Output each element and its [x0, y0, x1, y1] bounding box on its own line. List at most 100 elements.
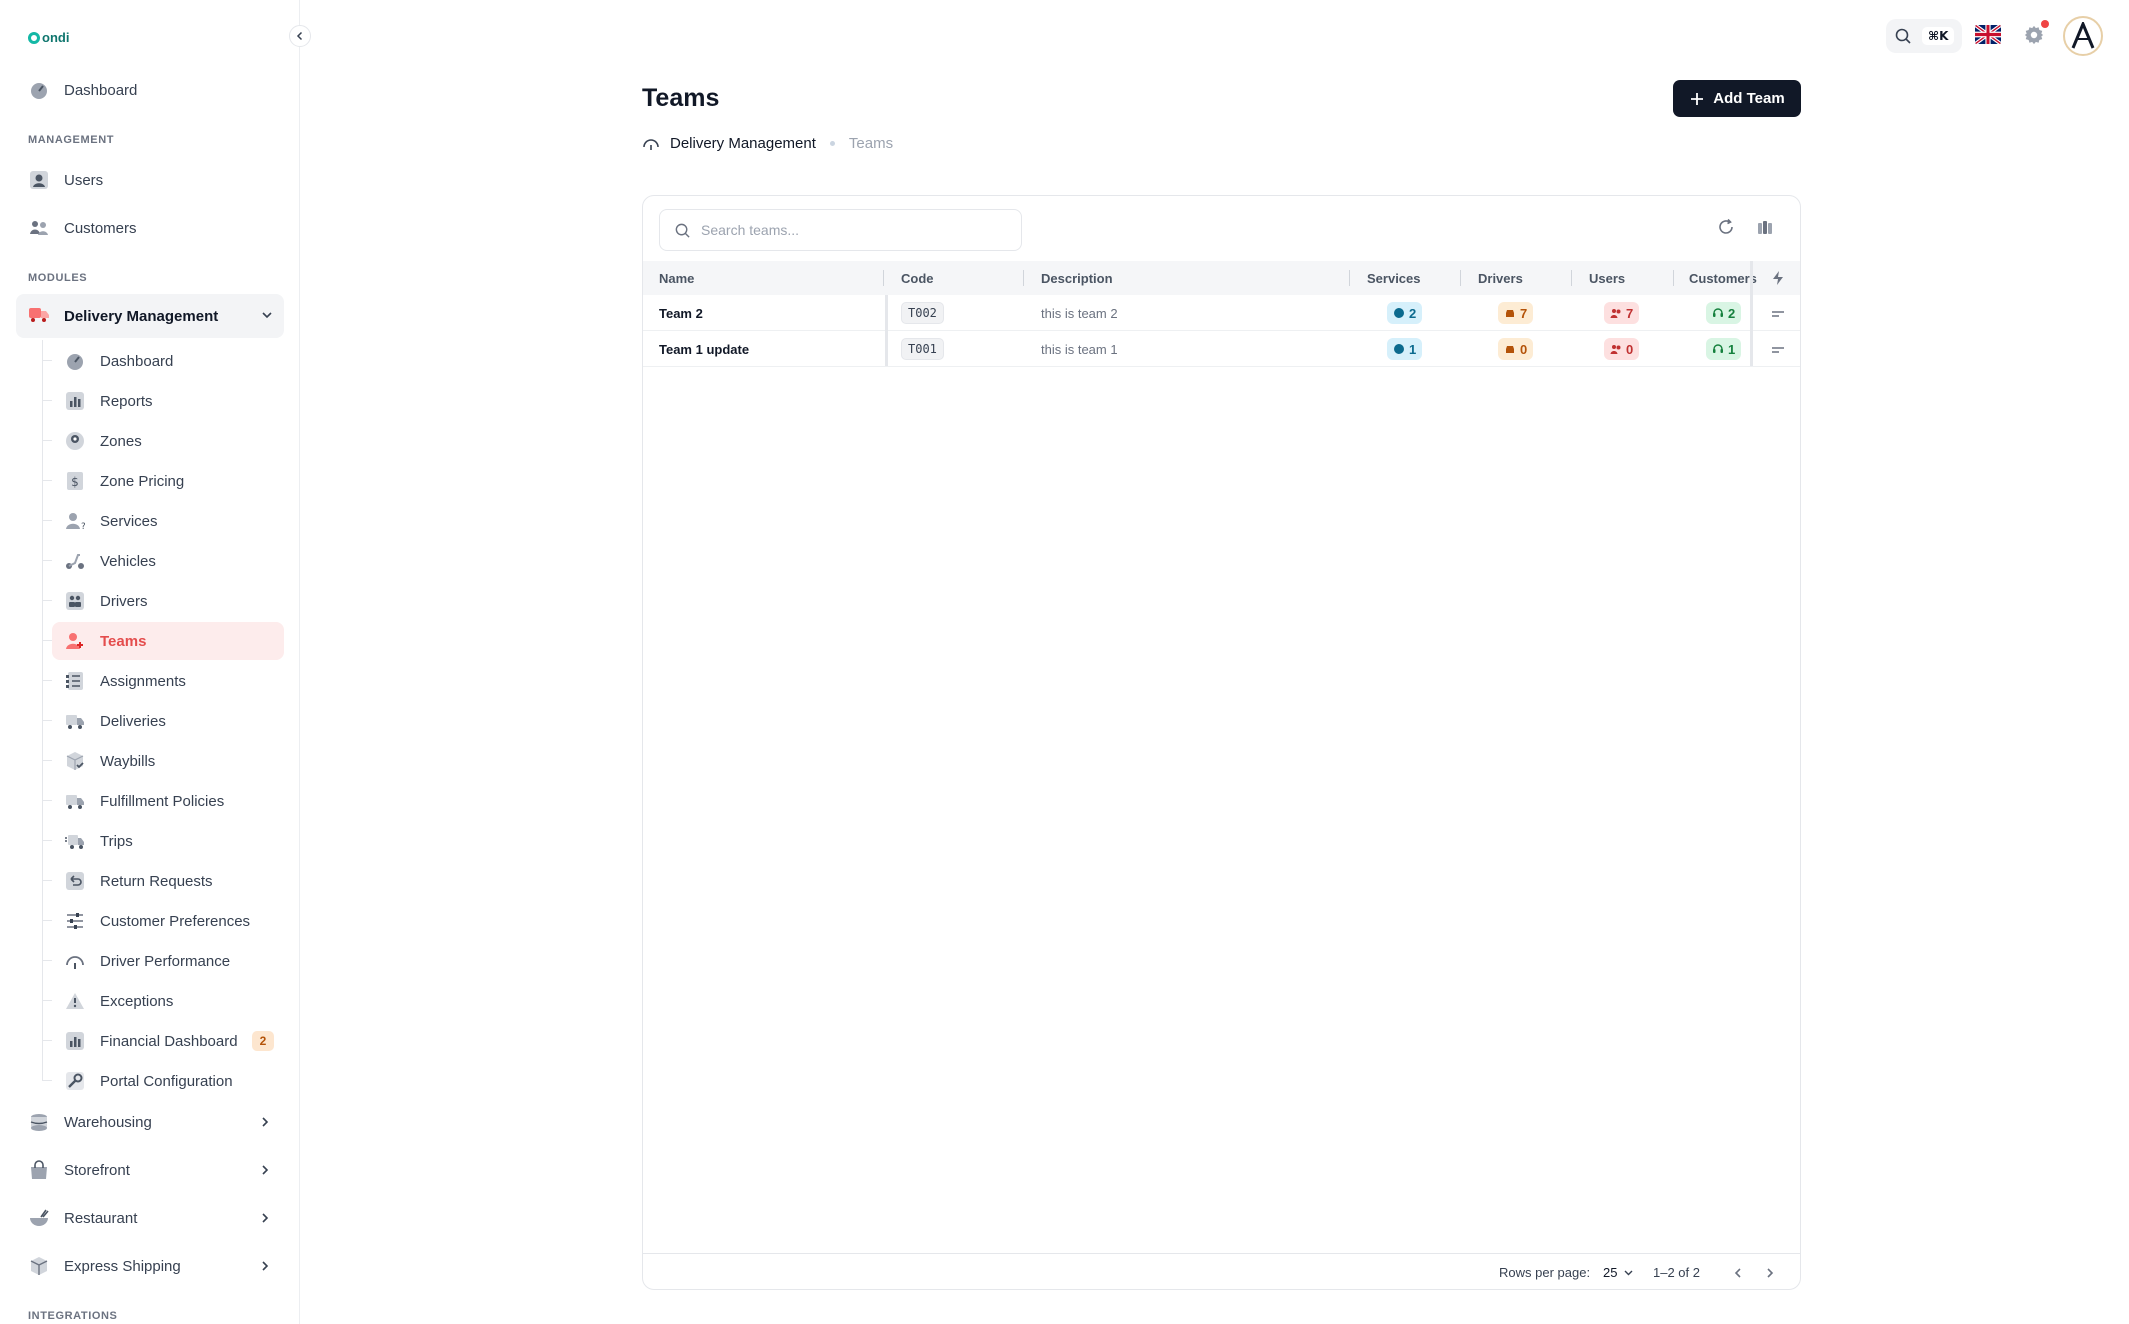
table-row[interactable]: Team 2 T002 this is team 2 2 7 7 2 — [643, 295, 1800, 331]
sidebar-subitem-dashboard[interactable]: Dashboard — [42, 342, 284, 380]
sidebar-item-restaurant[interactable]: Restaurant — [28, 1198, 284, 1238]
sidebar-item-warehousing[interactable]: Warehousing — [28, 1102, 284, 1142]
logo-text: ondi — [42, 30, 70, 45]
sidebar-subitem-customer-preferences[interactable]: Customer Preferences — [42, 902, 284, 940]
sidebar-item-label: Dashboard — [100, 352, 174, 370]
column-header-customers[interactable]: Customers — [1689, 261, 1757, 295]
sidebar-subitem-trips[interactable]: Trips — [42, 822, 284, 860]
rows-per-page-select[interactable]: 25 — [1603, 1265, 1634, 1280]
sidebar-item-label: Teams — [100, 632, 147, 650]
customers-count: 2 — [1728, 305, 1736, 321]
sidebar-subitem-drivers[interactable]: Drivers — [42, 582, 284, 620]
global-search-button[interactable]: ⌘K — [1886, 19, 1962, 53]
scooter-icon — [64, 550, 86, 572]
search-input[interactable] — [701, 222, 1001, 238]
users-count: 7 — [1626, 305, 1634, 321]
previous-page-button[interactable] — [1729, 1264, 1747, 1282]
shopping-bag-icon — [28, 1159, 50, 1181]
uk-flag-icon[interactable] — [1975, 25, 2001, 44]
sidebar-collapse-button[interactable] — [289, 25, 311, 47]
breadcrumb-link-delivery-management[interactable]: Delivery Management — [670, 135, 816, 152]
sidebar-item-dashboard[interactable]: Dashboard — [28, 70, 284, 110]
sidebar-subitem-return-requests[interactable]: Return Requests — [42, 862, 284, 900]
add-team-label: Add Team — [1713, 90, 1785, 107]
row-actions-icon[interactable] — [1771, 345, 1785, 355]
column-header-description[interactable]: Description — [1041, 261, 1113, 295]
sidebar-item-label: Dashboard — [64, 81, 138, 99]
sidebar-subitem-services[interactable]: ? Services — [42, 502, 284, 540]
sidebar-subitem-vehicles[interactable]: Vehicles — [42, 542, 284, 580]
add-team-button[interactable]: Add Team — [1673, 80, 1801, 117]
map-pin-icon — [64, 430, 86, 452]
section-label-integrations: INTEGRATIONS — [28, 1310, 118, 1322]
sidebar-item-label: Reports — [100, 392, 153, 410]
sidebar-subitem-zone-pricing[interactable]: $ Zone Pricing — [42, 462, 284, 500]
services-count: 1 — [1409, 341, 1417, 357]
sidebar-subitem-teams[interactable]: Teams — [42, 622, 284, 660]
keyboard-shortcut: ⌘K — [1922, 27, 1955, 45]
sidebar-subitem-reports[interactable]: Reports — [42, 382, 284, 420]
code-chip: T001 — [901, 338, 944, 360]
box-check-icon — [64, 750, 86, 772]
sidebar-item-delivery-management[interactable]: Delivery Management — [16, 294, 284, 338]
customers-count-badge: 1 — [1706, 338, 1742, 360]
sidebar-item-label: Restaurant — [64, 1209, 138, 1227]
chevron-right-icon — [262, 1165, 269, 1175]
sidebar-item-label: Warehousing — [64, 1113, 152, 1131]
sidebar-item-storefront[interactable]: Storefront — [28, 1150, 284, 1190]
column-header-code[interactable]: Code — [901, 261, 934, 295]
bowl-icon — [28, 1207, 50, 1229]
id-card-icon — [64, 590, 86, 612]
car-icon — [1506, 310, 1514, 317]
sidebar-subitem-portal-configuration[interactable]: Portal Configuration — [42, 1062, 284, 1100]
sidebar-subitem-exceptions[interactable]: Exceptions — [42, 982, 284, 1020]
lightning-icon — [1773, 271, 1783, 285]
sidebar-item-label: Financial Dashboard — [100, 1032, 238, 1050]
columns-toggle-button[interactable] — [1754, 216, 1776, 238]
delivery-truck-icon — [28, 304, 50, 328]
services-icon — [1394, 344, 1404, 354]
drivers-count: 0 — [1520, 341, 1528, 357]
section-label-management: MANAGEMENT — [28, 134, 115, 146]
sidebar-subitem-assignments[interactable]: Assignments — [42, 662, 284, 700]
chevron-right-icon — [262, 1261, 269, 1271]
sidebar-item-label: Return Requests — [100, 872, 213, 890]
pagination: Rows per page: 25 1–2 of 2 — [643, 1253, 1800, 1289]
sidebar-item-express-shipping[interactable]: Express Shipping — [28, 1246, 284, 1286]
avatar-logo-icon — [2071, 22, 2095, 49]
truck-policy-icon — [64, 790, 86, 812]
row-actions-icon[interactable] — [1771, 309, 1785, 319]
chart-icon — [64, 390, 86, 412]
refresh-button[interactable] — [1715, 216, 1737, 238]
gear-icon[interactable] — [2023, 24, 2045, 46]
section-label-modules: MODULES — [28, 272, 88, 284]
sidebar-subitem-driver-performance[interactable]: Driver Performance — [42, 942, 284, 980]
drivers-count: 7 — [1520, 305, 1528, 321]
next-page-button[interactable] — [1761, 1264, 1779, 1282]
sidebar-subitem-financial-dashboard[interactable]: Financial Dashboard 2 — [42, 1022, 284, 1060]
sidebar-subitem-waybills[interactable]: Waybills — [42, 742, 284, 780]
user-avatar[interactable] — [2063, 16, 2103, 56]
sidebar-subitem-zones[interactable]: Zones — [42, 422, 284, 460]
sidebar-subitem-deliveries[interactable]: Deliveries — [42, 702, 284, 740]
brand-logo[interactable]: ondi — [28, 30, 69, 45]
search-field[interactable] — [659, 209, 1022, 251]
sidebar-subitem-fulfillment-policies[interactable]: Fulfillment Policies — [42, 782, 284, 820]
breadcrumb-separator — [829, 140, 835, 146]
refresh-icon — [1719, 218, 1733, 234]
count-badge: 2 — [252, 1031, 274, 1051]
chevron-down-icon[interactable] — [260, 308, 274, 322]
column-header-drivers[interactable]: Drivers — [1478, 261, 1523, 295]
column-header-name[interactable]: Name — [659, 261, 694, 295]
sidebar-item-label: Assignments — [100, 672, 186, 690]
sidebar-item-label: Waybills — [100, 752, 156, 770]
column-header-users[interactable]: Users — [1589, 261, 1625, 295]
customers-count-badge: 2 — [1706, 302, 1742, 324]
sidebar-item-users[interactable]: Users — [28, 160, 284, 200]
sidebar-item-customers[interactable]: Customers — [28, 208, 284, 248]
column-header-services[interactable]: Services — [1367, 261, 1421, 295]
table-row[interactable]: Team 1 update T001 this is team 1 1 0 0 — [643, 331, 1800, 367]
breadcrumb-current: Teams — [848, 134, 894, 152]
users-icon — [1610, 345, 1621, 354]
users-count-badge: 0 — [1604, 338, 1640, 360]
